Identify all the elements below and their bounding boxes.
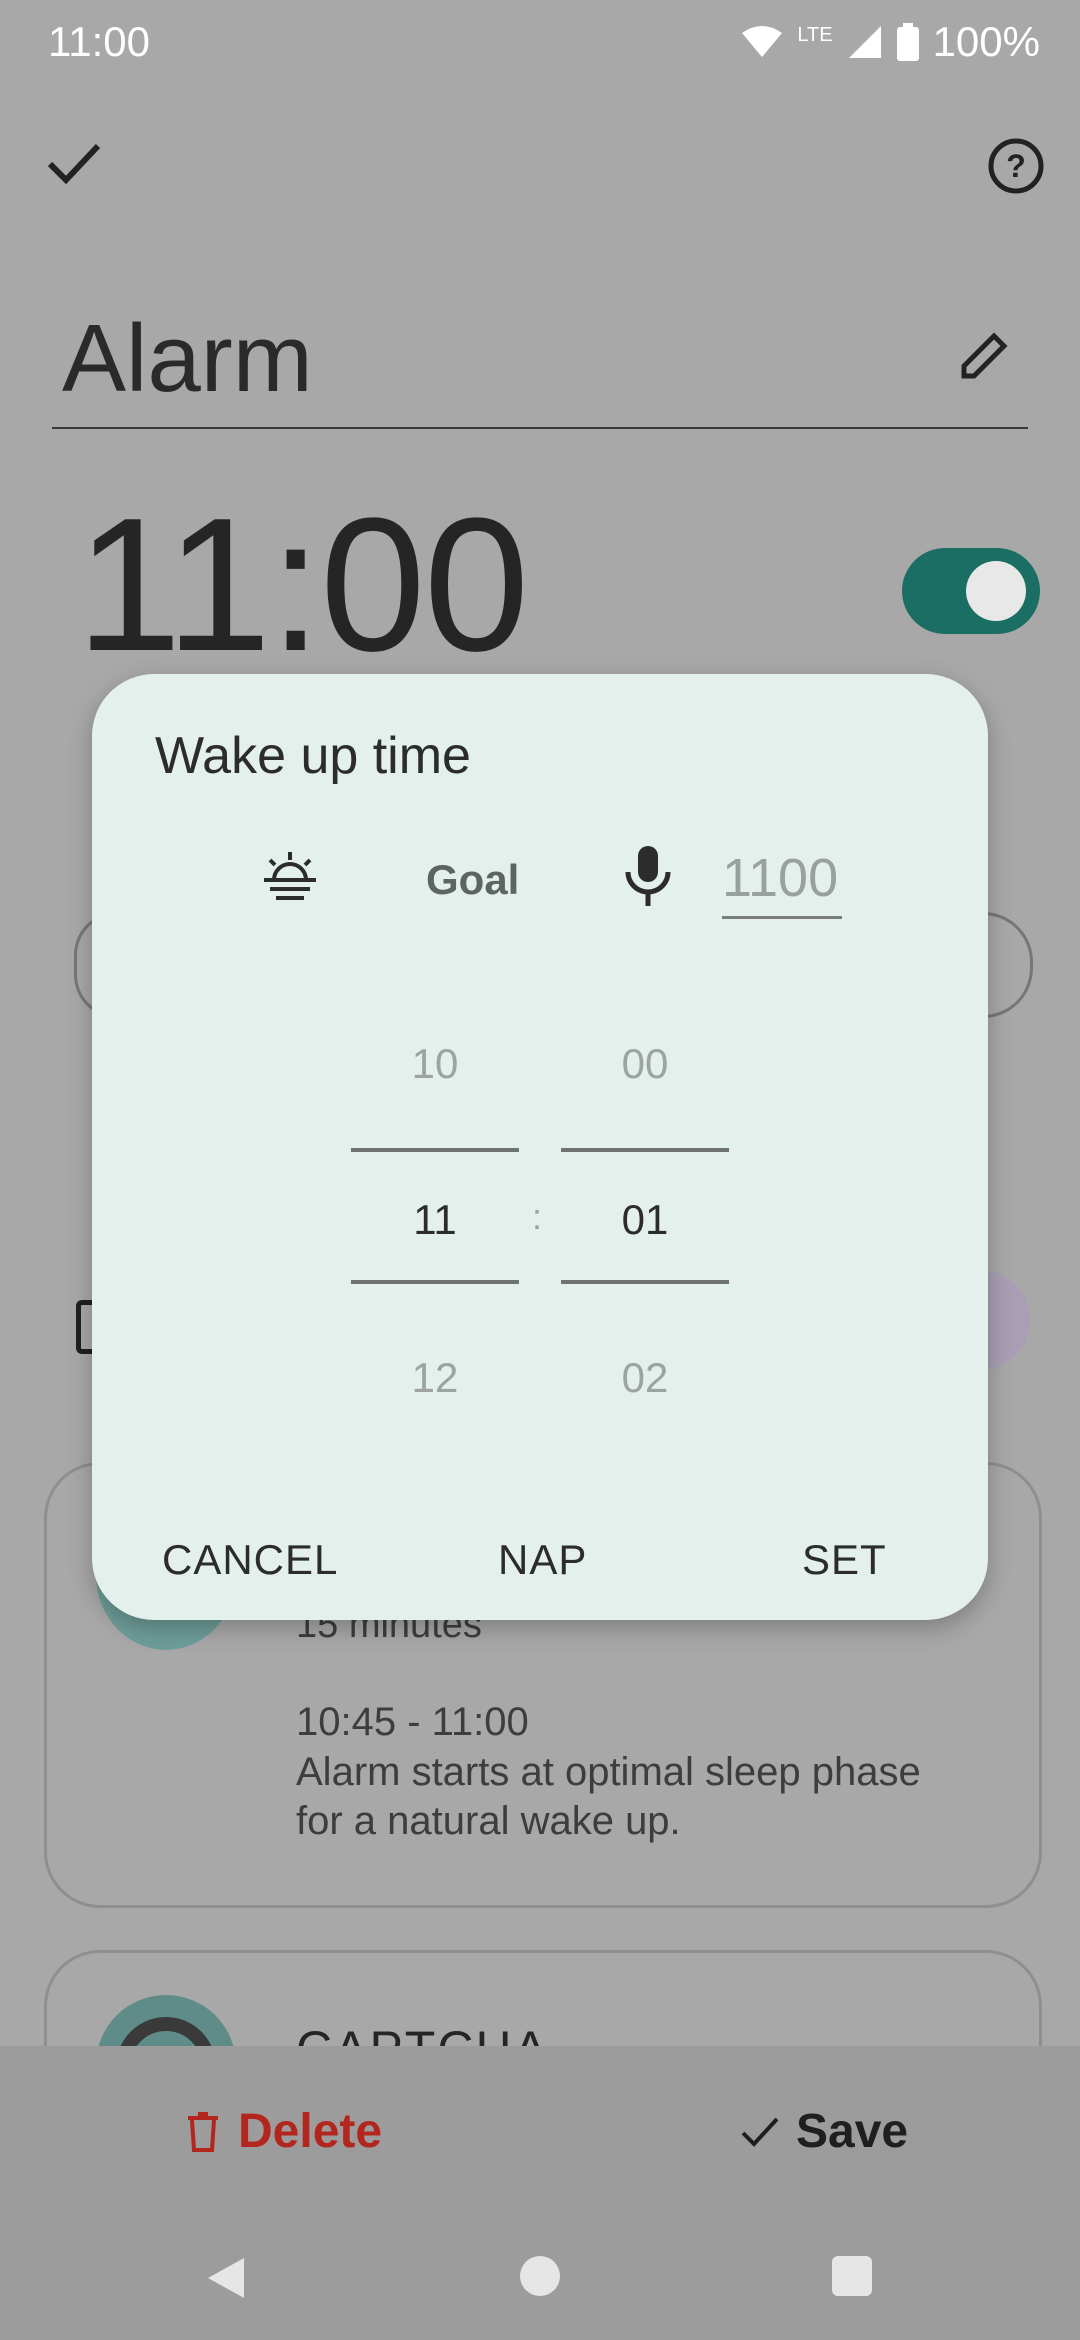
recents-icon[interactable] [832,2256,872,2296]
delete-button[interactable]: Delete [186,2104,382,2159]
save-label: Save [796,2105,909,2158]
hour-divider-top [351,1148,519,1152]
cancel-button[interactable]: CANCEL [162,1536,338,1584]
minute-next[interactable]: 02 [561,1354,729,1402]
alarm-time[interactable]: 11:00 [76,490,529,680]
title-underline [52,427,1028,429]
hour-previous[interactable]: 10 [351,1040,519,1088]
goal-label[interactable]: Goal [426,856,519,904]
alarm-name[interactable]: Alarm [62,304,313,414]
wifi-icon [742,26,783,57]
microphone-icon[interactable] [622,844,674,908]
delete-label: Delete [238,2105,383,2158]
network-label: LTE [797,23,833,46]
minute-previous[interactable]: 00 [561,1040,729,1088]
smart-wakeup-desc-2: for a natural wake up. [296,1799,681,1843]
save-button[interactable]: Save [740,2104,908,2159]
time-separator: : [532,1196,543,1237]
battery-level: 100% [932,18,1040,65]
svg-text:?: ? [1006,148,1026,184]
smart-wakeup-window: 10:45 - 11:00 [296,1700,529,1744]
sunrise-icon[interactable] [262,850,318,902]
check-icon[interactable] [44,138,104,188]
nap-button[interactable]: NAP [498,1536,587,1584]
dialog-title: Wake up time [155,727,471,785]
toggle-knob [966,561,1026,621]
wake-up-time-dialog [92,674,988,1620]
minute-selected[interactable]: 01 [561,1196,729,1244]
smart-wakeup-desc-1: Alarm starts at optimal sleep phase [296,1750,921,1794]
minute-divider-bottom [561,1280,729,1284]
status-time: 11:00 [48,18,150,65]
bottom-action-bar [0,2046,1080,2216]
voice-time-input[interactable] [722,840,842,919]
hour-next[interactable]: 12 [351,1354,519,1402]
status-icons: LTE 100% [741,18,1040,66]
signal-icon [848,26,881,58]
set-button[interactable]: SET [802,1536,887,1584]
alarm-toggle[interactable] [902,548,1040,634]
trash-icon [188,2111,218,2152]
hour-divider-bottom [351,1280,519,1284]
minute-divider-top [561,1148,729,1152]
battery-icon [896,23,919,61]
help-circle-icon[interactable]: ? [986,136,1046,196]
home-icon[interactable] [520,2256,560,2296]
check-small-icon [741,2117,779,2147]
back-icon[interactable] [204,2256,248,2300]
hour-selected[interactable]: 11 [351,1196,519,1244]
pencil-icon[interactable] [954,326,1014,386]
